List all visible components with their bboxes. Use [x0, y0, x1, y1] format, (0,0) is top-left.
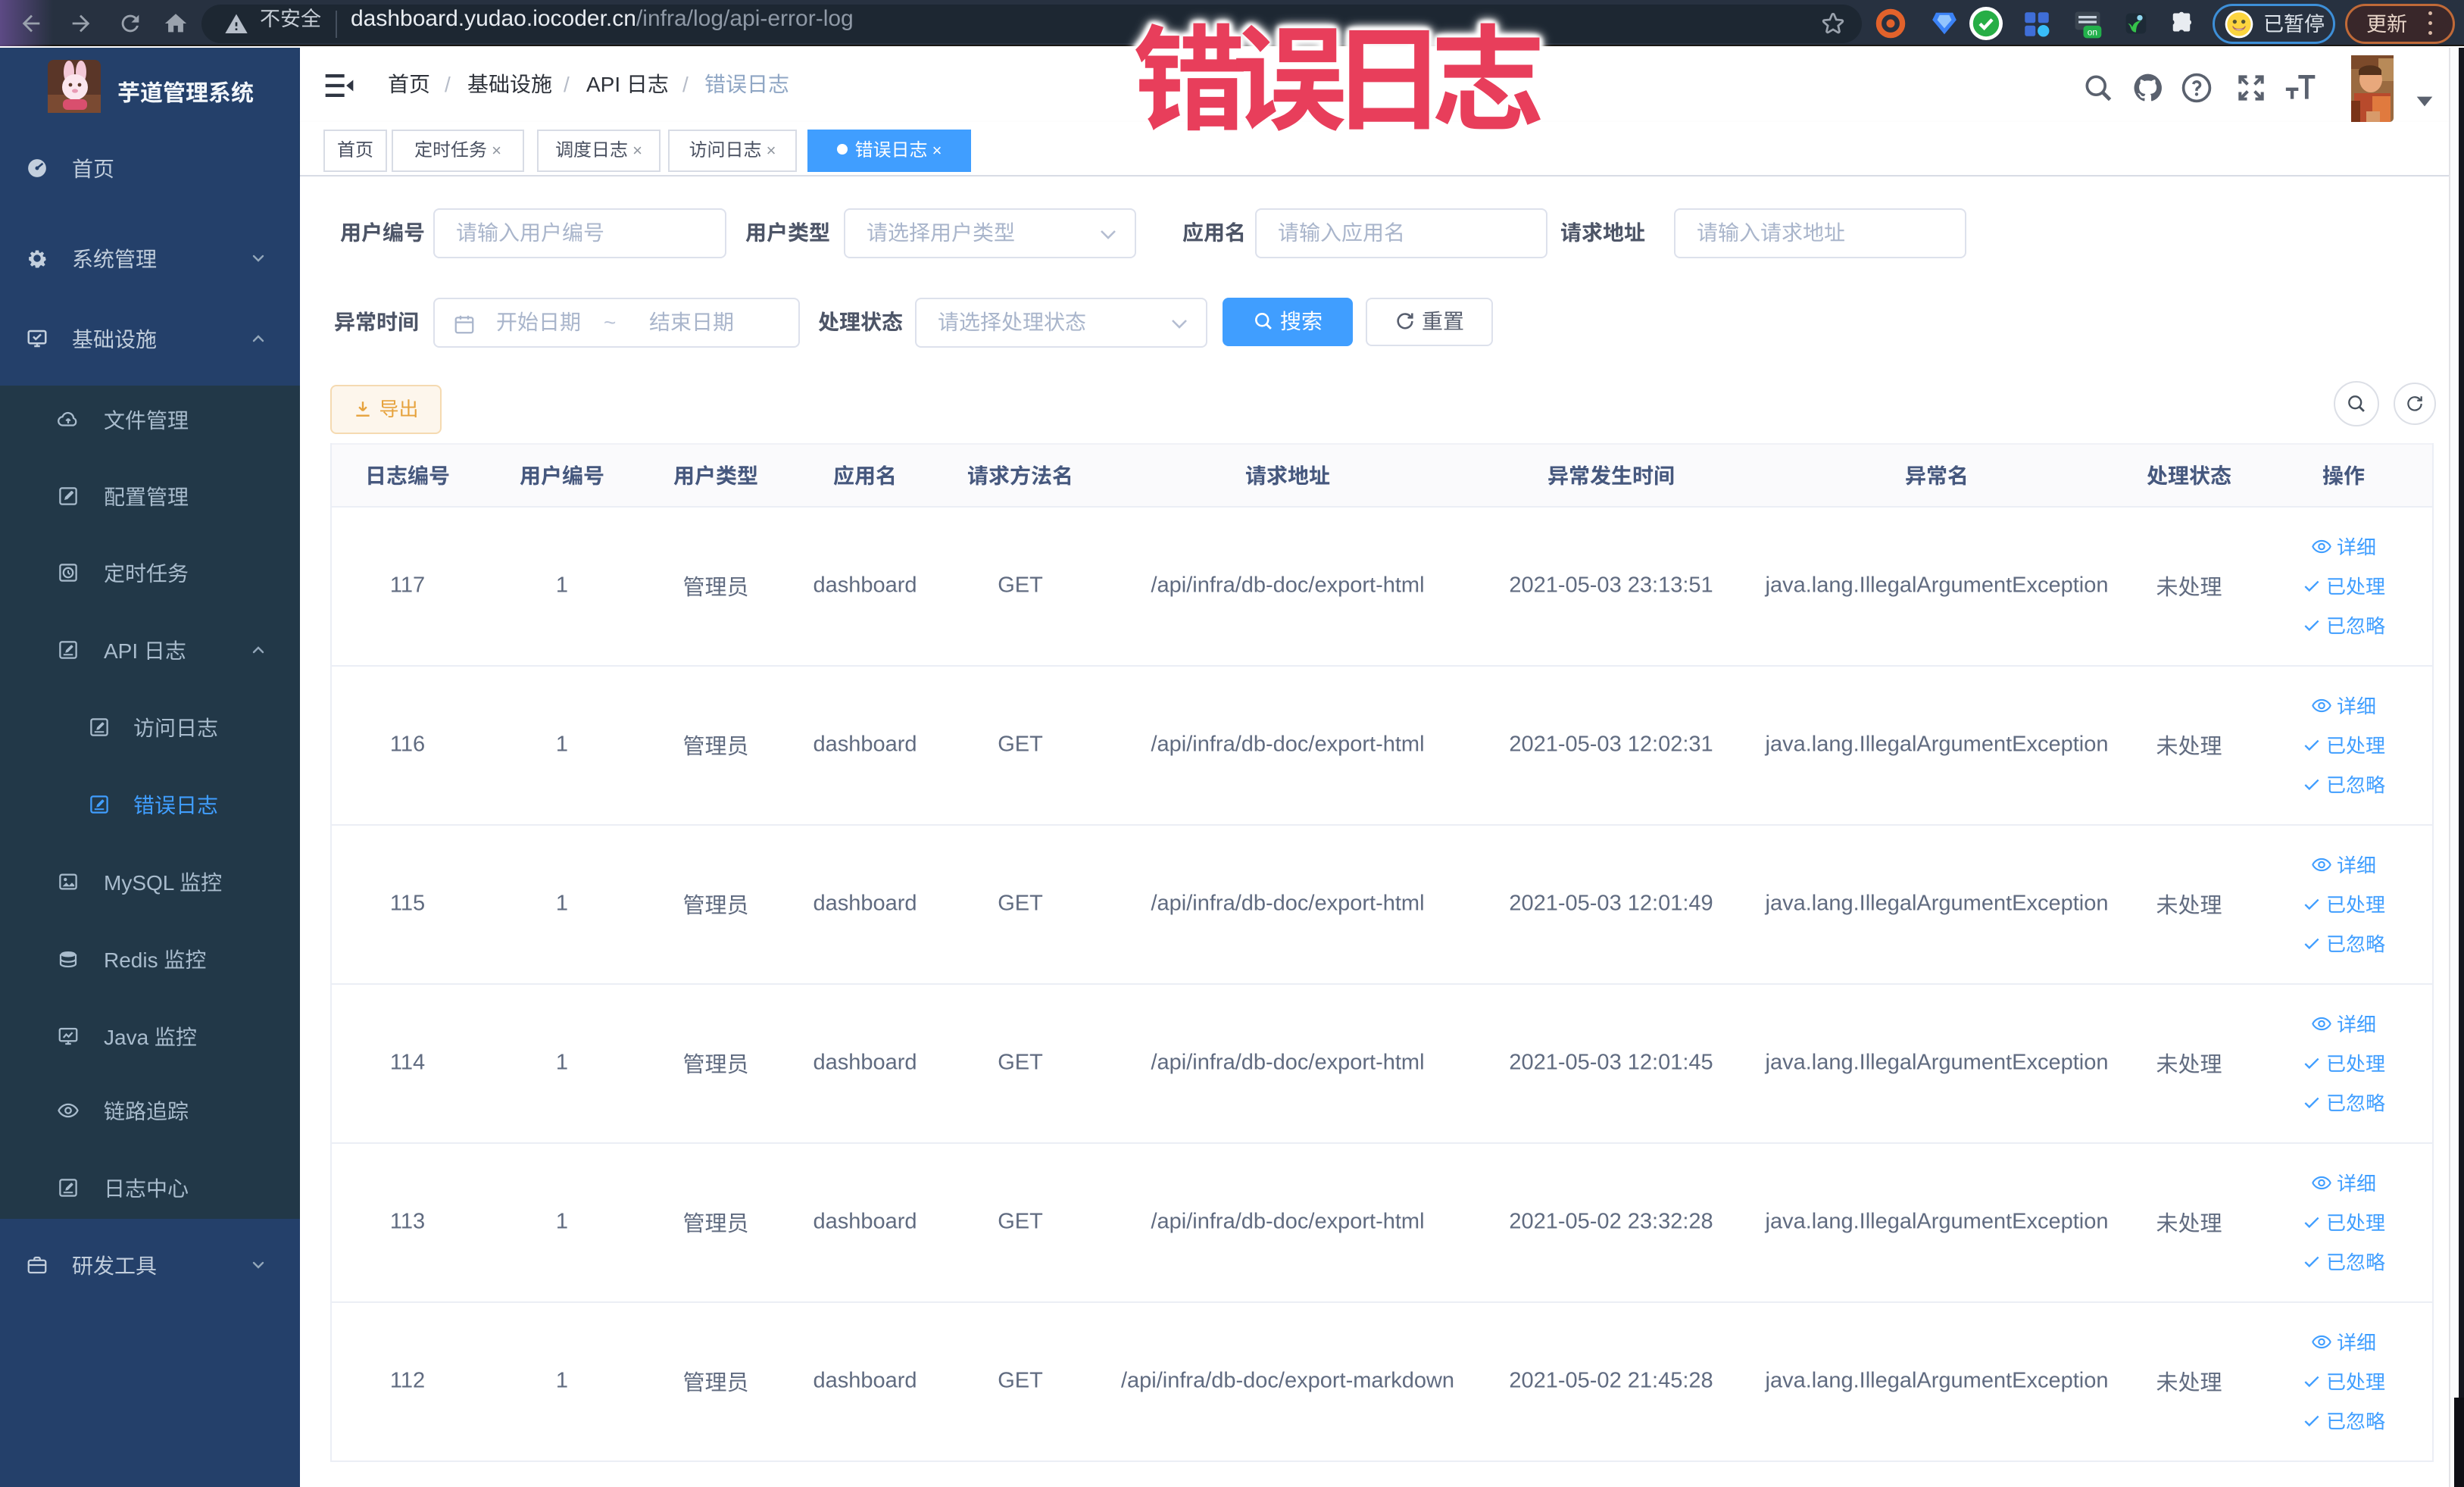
- svg-text:on: on: [2088, 27, 2097, 38]
